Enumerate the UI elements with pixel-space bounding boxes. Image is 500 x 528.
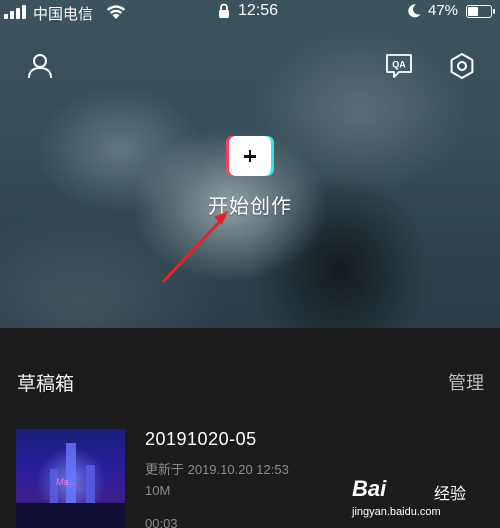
draft-size: 10M: [145, 483, 171, 498]
qa-icon[interactable]: QA: [383, 50, 415, 82]
wifi-icon: [106, 5, 126, 19]
carrier-name: 中国电信: [33, 6, 94, 23]
draft-thumbnail: Ma...: [16, 429, 125, 528]
watermark-url: jingyan.baidu.com: [352, 506, 441, 518]
drafts-title: 草稿箱: [17, 374, 75, 395]
manage-button[interactable]: 管理: [448, 369, 484, 395]
settings-icon[interactable]: [446, 50, 478, 82]
clock: 12:56: [238, 2, 279, 19]
thumbnail-sign: Ma...: [56, 477, 77, 487]
drafts-section: 草稿箱 管理 Ma... 20191020-05 更新于 2019.10.20 …: [0, 328, 500, 528]
draft-updated-time: 更新于 2019.10.20 12:53: [145, 462, 289, 477]
baidu-watermark: Bai 经验 jingyan.baidu.com: [344, 476, 494, 524]
lock-icon: [219, 3, 229, 18]
create-button[interactable]: [226, 136, 274, 176]
battery-icon: [466, 5, 495, 18]
user-icon[interactable]: [24, 50, 56, 82]
battery-percent: 47%: [428, 2, 459, 19]
status-bar: 中国电信 12:56 47%: [0, 0, 500, 24]
qa-label: QA: [392, 60, 406, 70]
annotation-arrow: [162, 211, 228, 283]
do-not-disturb-icon: [408, 4, 421, 18]
signal-icon: [4, 5, 28, 19]
battery-level-fill: [468, 7, 479, 16]
watermark-sub: 经验: [434, 486, 467, 503]
watermark-main: Bai: [352, 476, 387, 501]
draft-duration: 00:03: [145, 516, 178, 528]
draft-name: 20191020-05: [145, 429, 257, 449]
